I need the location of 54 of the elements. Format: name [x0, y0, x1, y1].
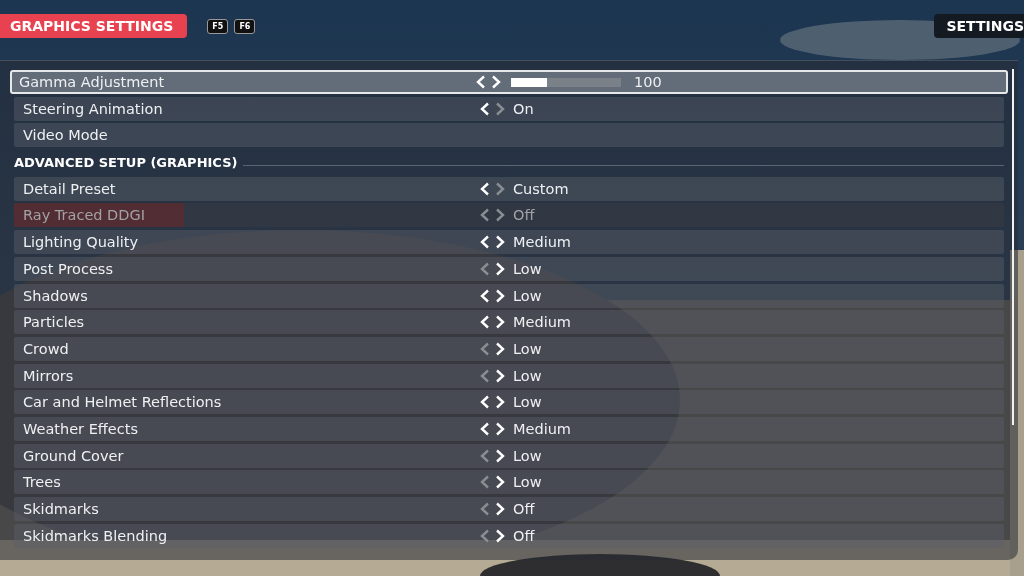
- setting-label: Steering Animation: [23, 100, 164, 117]
- setting-row[interactable]: Crowd Low: [14, 336, 1004, 361]
- setting-row[interactable]: Lighting Quality Medium: [14, 230, 1004, 255]
- setting-row[interactable]: Weather Effects Medium: [14, 416, 1004, 441]
- setting-row[interactable]: Car and Helmet Reflections Low: [14, 390, 1004, 415]
- setting-value: Medium: [513, 234, 571, 251]
- setting-row[interactable]: Trees Low: [14, 470, 1004, 495]
- setting-row[interactable]: Video Mode: [14, 123, 1004, 148]
- setting-label: Ray Traced DDGI: [23, 207, 146, 224]
- setting-row[interactable]: Ground Cover Low: [14, 443, 1004, 468]
- setting-row[interactable]: Steering Animation On: [14, 96, 1004, 121]
- setting-row[interactable]: Gamma Adjustment 100: [10, 70, 1008, 94]
- section-heading: ADVANCED SETUP (GRAPHICS): [14, 154, 238, 170]
- setting-value: Off: [513, 501, 535, 517]
- setting-label: Car and Helmet Reflections: [23, 394, 223, 411]
- setting-value: On: [513, 100, 534, 117]
- setting-row[interactable]: Detail Preset Custom: [14, 176, 1004, 201]
- scrollbar[interactable]: [1012, 69, 1014, 425]
- setting-row[interactable]: Skidmarks Off: [14, 497, 1004, 521]
- setting-label: Trees: [23, 474, 62, 491]
- setting-label: Mirrors: [23, 367, 75, 384]
- setting-value: Low: [513, 474, 542, 491]
- setting-label: Lighting Quality: [23, 234, 140, 251]
- setting-value: Custom: [513, 180, 569, 197]
- setting-label: Shadows: [23, 287, 89, 304]
- setting-value: Low: [513, 447, 542, 464]
- setting-row[interactable]: Mirrors Low: [14, 363, 1004, 388]
- setting-label: Skidmarks Blending: [23, 527, 169, 544]
- setting-label: Video Mode: [23, 127, 109, 144]
- slider-track[interactable]: [511, 77, 621, 87]
- setting-value: Medium: [513, 420, 571, 437]
- setting-value: Medium: [513, 314, 571, 331]
- settings-tab[interactable]: SETTINGS: [934, 14, 1024, 38]
- setting-row[interactable]: Post Process Low: [14, 256, 1004, 281]
- setting-value: Low: [513, 367, 542, 384]
- setting-label: Weather Effects: [23, 420, 139, 437]
- setting-label: Ground Cover: [23, 447, 125, 464]
- setting-label: Detail Preset: [23, 180, 117, 197]
- setting-value: 100: [634, 74, 662, 90]
- setting-value: Off: [513, 527, 535, 544]
- setting-value: Low: [513, 287, 542, 304]
- setting-label: Post Process: [23, 260, 114, 277]
- setting-value: Off: [513, 207, 535, 224]
- setting-label: Gamma Adjustment: [19, 74, 166, 90]
- setting-row[interactable]: Skidmarks Blending Off: [14, 523, 1004, 548]
- setting-value: Low: [513, 394, 542, 411]
- setting-value: Low: [513, 340, 542, 357]
- setting-row[interactable]: Particles Medium: [14, 310, 1004, 335]
- setting-label: Skidmarks: [23, 501, 100, 517]
- setting-label: Particles: [23, 314, 86, 331]
- setting-label: Crowd: [23, 340, 70, 357]
- page-title: GRAPHICS SETTINGS: [0, 14, 188, 38]
- setting-row[interactable]: Shadows Low: [14, 283, 1004, 308]
- setting-value: Low: [513, 260, 542, 277]
